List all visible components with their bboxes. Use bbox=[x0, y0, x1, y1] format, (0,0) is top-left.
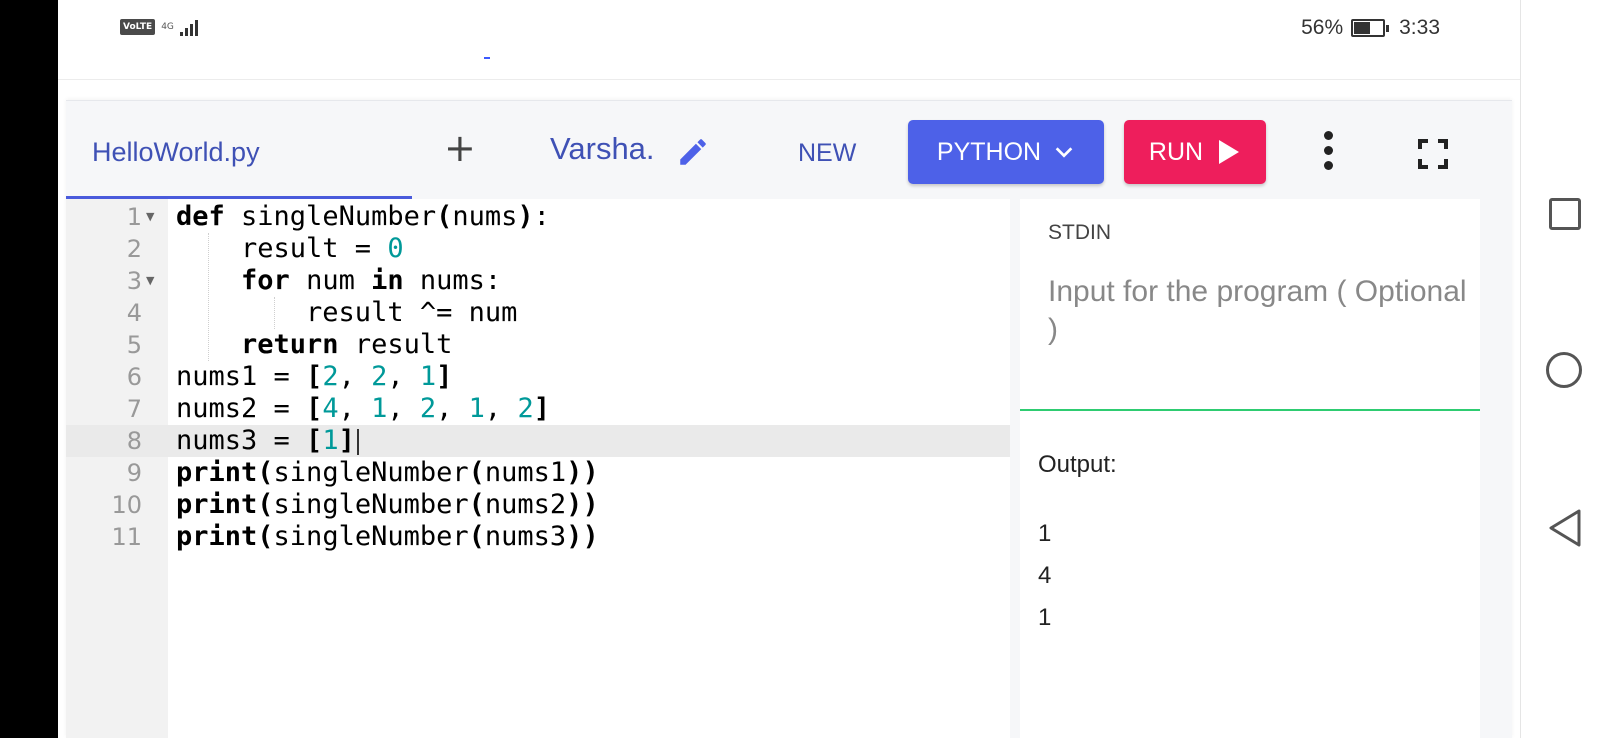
chevron-down-icon bbox=[1055, 147, 1073, 158]
more-vertical-icon bbox=[1324, 131, 1333, 140]
code-line[interactable]: def singleNumber(nums): bbox=[176, 201, 599, 233]
status-bar: VoLTE 4G 56% 3:33 bbox=[58, 0, 1520, 80]
fold-arrow-icon[interactable]: ▼ bbox=[146, 201, 154, 233]
language-select-button[interactable]: PYTHON bbox=[908, 120, 1104, 184]
fullscreen-button[interactable] bbox=[1418, 139, 1448, 174]
run-button[interactable]: RUN bbox=[1124, 120, 1266, 184]
line-number: 1 bbox=[126, 203, 142, 231]
stdin-label: STDIN bbox=[1048, 221, 1111, 244]
home-icon[interactable] bbox=[1546, 352, 1582, 388]
status-indicator-dash bbox=[484, 57, 490, 59]
play-icon bbox=[1219, 140, 1240, 164]
line-number: 7 bbox=[126, 395, 142, 423]
user-name[interactable]: Varsha. bbox=[550, 131, 655, 167]
battery-percent: 56% bbox=[1301, 16, 1344, 39]
clock: 3:33 bbox=[1399, 16, 1440, 39]
line-number: 3 bbox=[126, 267, 142, 295]
code-line[interactable]: print(singleNumber(nums3)) bbox=[176, 521, 599, 553]
output-label: Output: bbox=[1038, 451, 1117, 478]
output-line: 4 bbox=[1038, 562, 1052, 589]
compiler-app: HelloWorld.py + Varsha. NEW PYTHON RUN 1… bbox=[66, 100, 1512, 738]
text-cursor bbox=[356, 428, 359, 455]
line-numbers: 1 2 3 4 5 6 7 8 9 10 11 bbox=[66, 201, 142, 553]
code-editor[interactable]: 1 2 3 4 5 6 7 8 9 10 11 ▼ ▼ def singleNu… bbox=[66, 199, 1010, 738]
status-right: 56% 3:33 bbox=[1301, 16, 1440, 40]
back-icon[interactable] bbox=[1547, 508, 1583, 548]
line-number: 5 bbox=[126, 331, 142, 359]
code-line[interactable]: nums2 = [4, 1, 2, 1, 2] bbox=[176, 393, 599, 425]
language-label: PYTHON bbox=[936, 137, 1042, 166]
plus-icon: + bbox=[444, 126, 476, 170]
code-line[interactable]: nums3 = [1] bbox=[176, 425, 599, 457]
fold-arrow-icon[interactable]: ▼ bbox=[146, 265, 154, 297]
pencil-icon bbox=[680, 139, 706, 165]
toolbar: HelloWorld.py + Varsha. NEW PYTHON RUN bbox=[66, 101, 1512, 200]
line-number: 4 bbox=[126, 299, 142, 327]
code-line[interactable]: return result bbox=[176, 329, 599, 361]
code-content[interactable]: def singleNumber(nums): result = 0 for n… bbox=[176, 201, 599, 553]
volte-badge: VoLTE bbox=[120, 19, 156, 35]
signal-icon bbox=[179, 18, 198, 36]
output-panel: Output: 1 4 1 bbox=[1020, 411, 1480, 738]
stdin-panel: STDIN Input for the program ( Optional ) bbox=[1020, 199, 1480, 409]
code-line[interactable]: result ^= num bbox=[176, 297, 599, 329]
fullscreen-icon bbox=[1418, 139, 1448, 169]
code-line[interactable]: for num in nums: bbox=[176, 265, 599, 297]
output-line: 1 bbox=[1038, 604, 1052, 631]
code-line[interactable]: nums1 = [2, 2, 1] bbox=[176, 361, 599, 393]
code-line[interactable]: result = 0 bbox=[176, 233, 599, 265]
code-line[interactable]: print(singleNumber(nums2)) bbox=[176, 489, 599, 521]
network-type: 4G bbox=[161, 21, 174, 32]
more-options-button[interactable] bbox=[1324, 131, 1333, 170]
status-left: VoLTE 4G bbox=[120, 18, 198, 36]
line-number: 6 bbox=[126, 363, 142, 391]
screen: VoLTE 4G 56% 3:33 HelloWorld.py + Varsha… bbox=[0, 0, 1600, 738]
navigation-bar bbox=[1520, 0, 1600, 738]
line-number: 8 bbox=[126, 427, 142, 455]
line-number: 2 bbox=[126, 235, 142, 263]
output-line: 1 bbox=[1038, 520, 1052, 547]
add-file-button[interactable]: + bbox=[444, 129, 476, 167]
line-number: 11 bbox=[111, 523, 142, 551]
new-button[interactable]: NEW bbox=[798, 139, 856, 168]
edit-name-button[interactable] bbox=[676, 135, 710, 174]
output-lines: 1 4 1 bbox=[1038, 513, 1051, 639]
code-line[interactable]: print(singleNumber(nums1)) bbox=[176, 457, 599, 489]
stdin-input[interactable]: Input for the program ( Optional ) bbox=[1048, 273, 1468, 349]
recent-apps-icon[interactable] bbox=[1549, 198, 1581, 230]
battery-icon bbox=[1351, 19, 1390, 37]
line-number: 10 bbox=[111, 491, 142, 519]
line-number: 9 bbox=[126, 459, 142, 487]
left-edge-bar bbox=[0, 0, 58, 738]
tab-helloworld-py[interactable]: HelloWorld.py bbox=[92, 137, 260, 168]
run-label: RUN bbox=[1148, 137, 1204, 166]
